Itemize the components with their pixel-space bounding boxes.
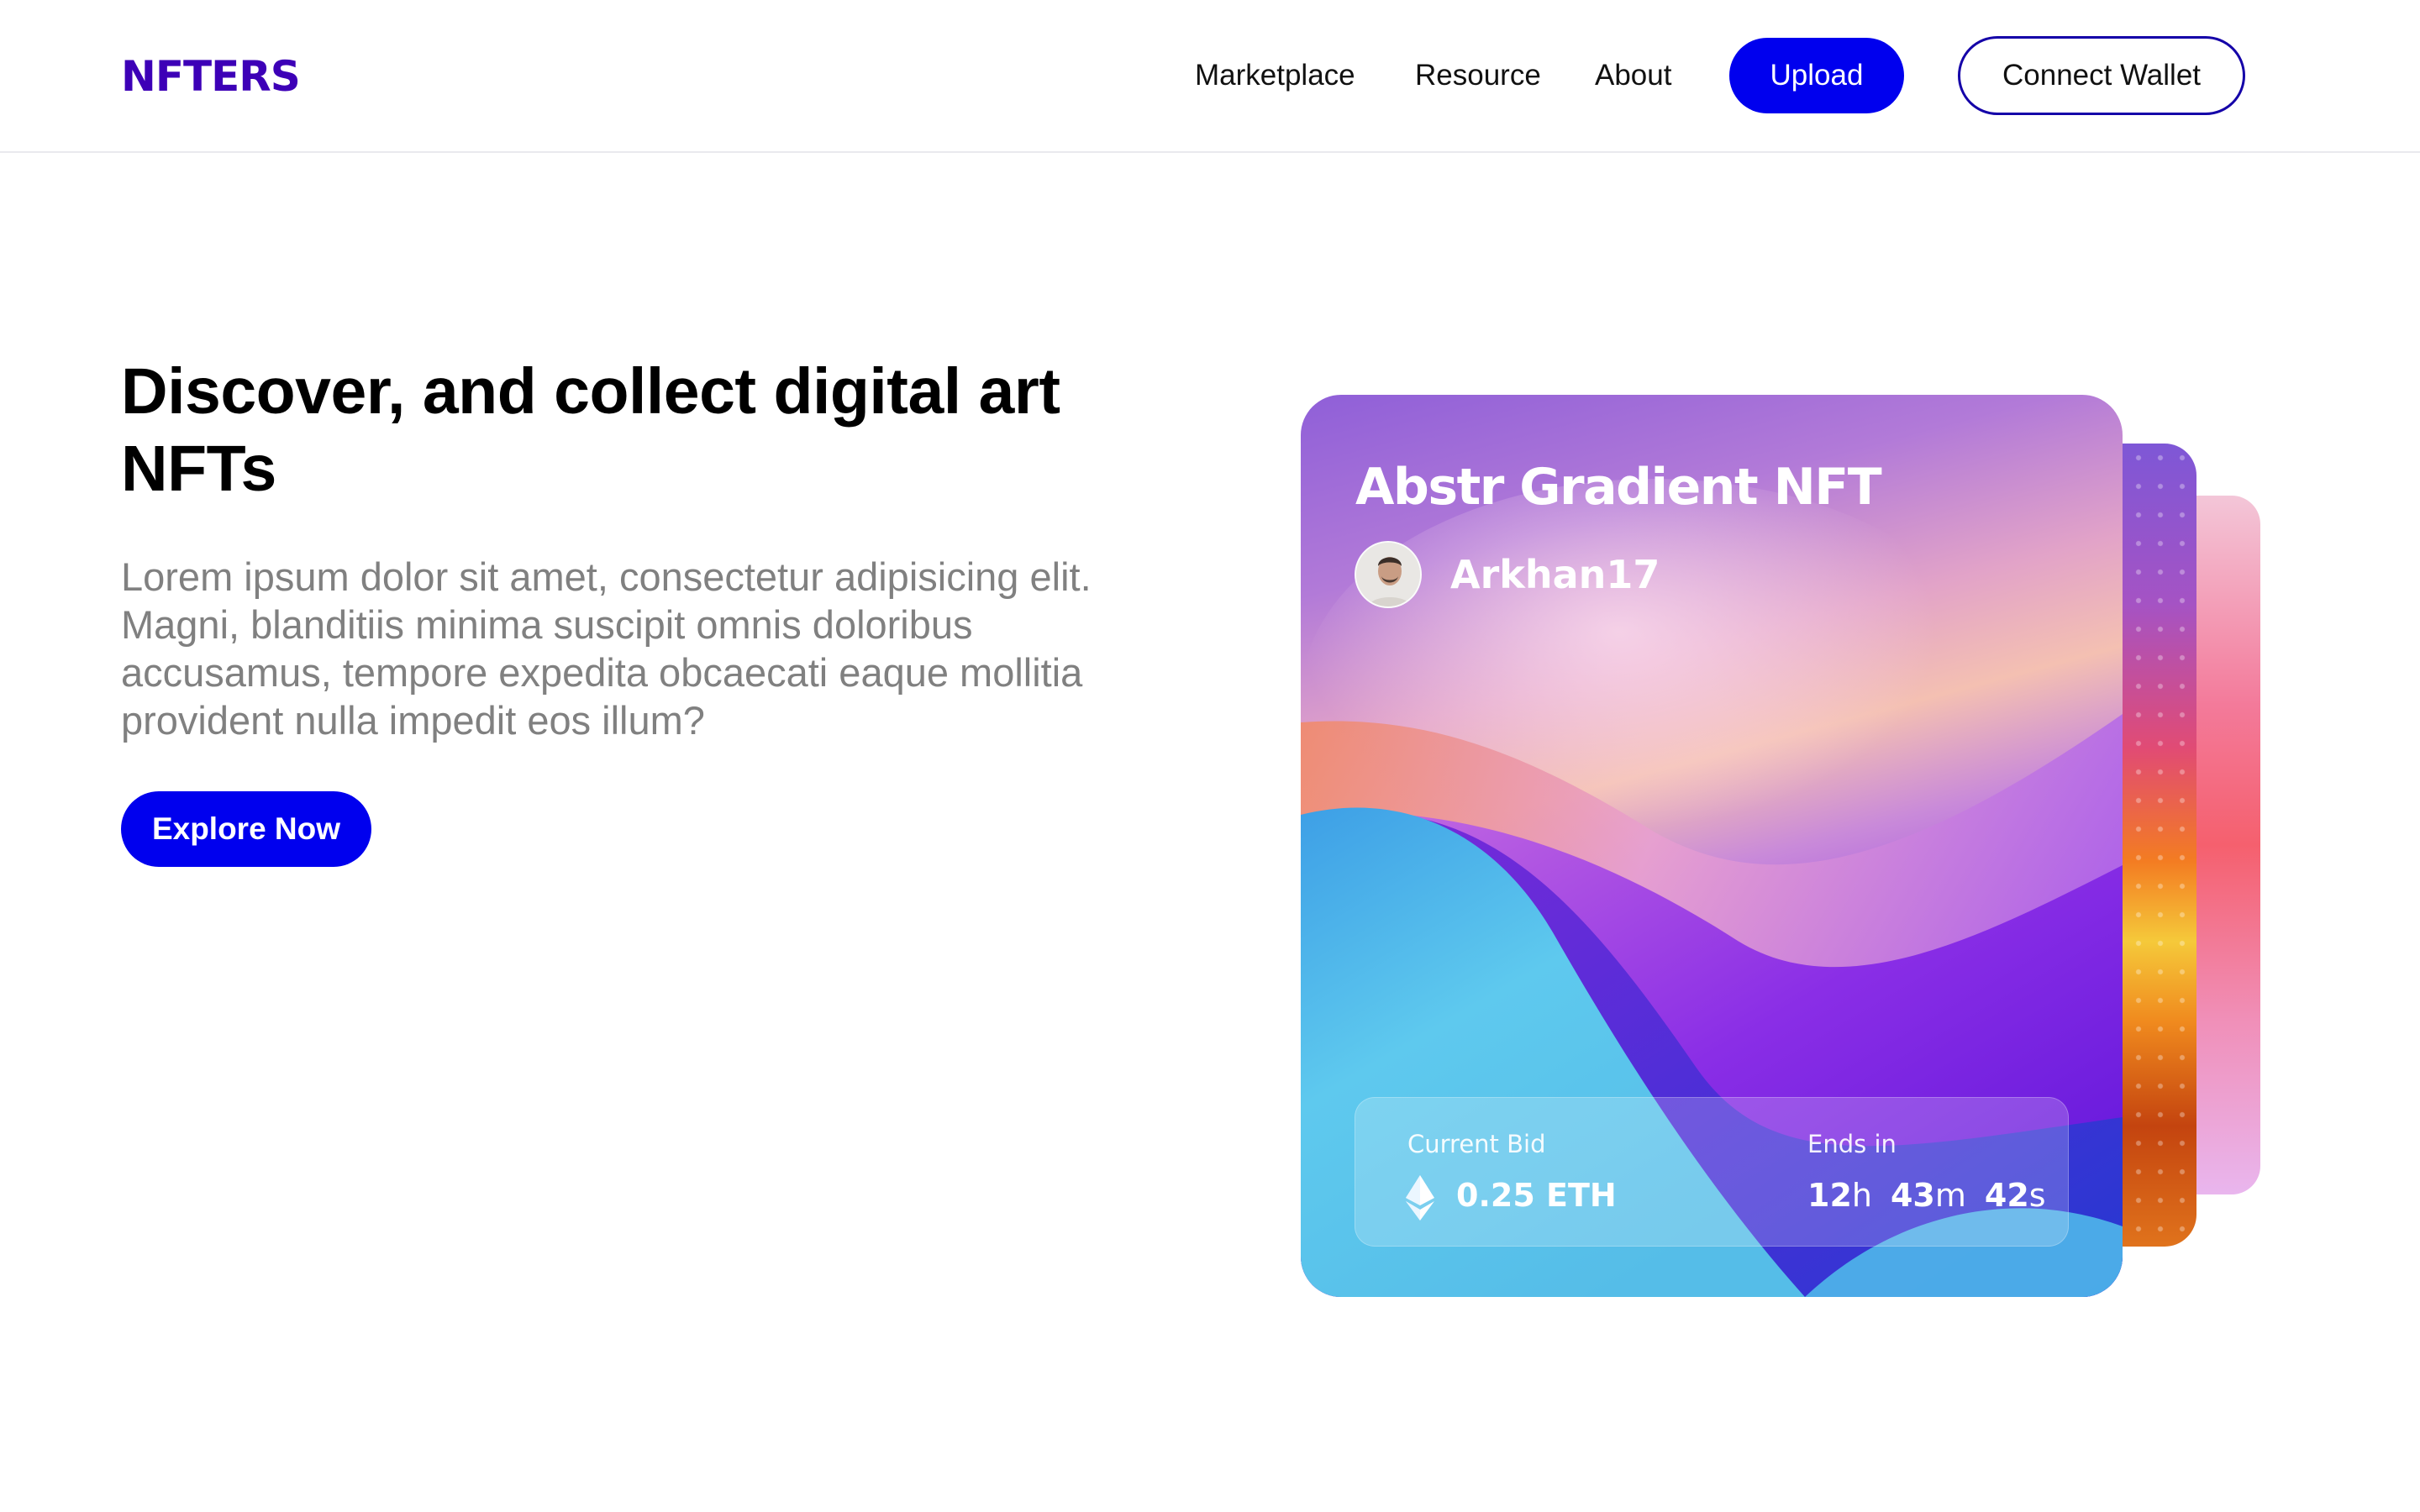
site-header: NFTERS Marketplace Resource About Upload… bbox=[0, 0, 2420, 153]
upload-button[interactable]: Upload bbox=[1729, 38, 1904, 113]
logo[interactable]: NFTERS bbox=[121, 52, 301, 101]
seconds-unit: s bbox=[2028, 1177, 2046, 1214]
hero-description: Lorem ipsum dolor sit amet, consectetur … bbox=[121, 554, 1092, 743]
nft-title: Abstr Gradient NFT bbox=[1355, 458, 1882, 517]
creator-avatar[interactable] bbox=[1355, 541, 1422, 608]
minutes-unit: m bbox=[1934, 1177, 1966, 1214]
ends-in-label: Ends in bbox=[1807, 1130, 1897, 1158]
current-bid-label: Current Bid bbox=[1407, 1130, 1546, 1158]
seconds-value: 42 bbox=[1984, 1177, 2029, 1214]
ethereum-icon bbox=[1406, 1175, 1434, 1221]
explore-now-button[interactable]: Explore Now bbox=[121, 791, 371, 867]
creator-name[interactable]: Arkhan17 bbox=[1450, 549, 1660, 600]
countdown-timer: 12h 43m 42s bbox=[1807, 1177, 2046, 1214]
nav-resource[interactable]: Resource bbox=[1415, 54, 1541, 97]
hours-value: 12 bbox=[1807, 1177, 1852, 1214]
current-bid-value: 0.25 ETH bbox=[1456, 1177, 1617, 1214]
connect-wallet-button[interactable]: Connect Wallet bbox=[1958, 36, 2245, 115]
minutes-value: 43 bbox=[1890, 1177, 1935, 1214]
nav-marketplace[interactable]: Marketplace bbox=[1195, 54, 1355, 97]
nav-about[interactable]: About bbox=[1595, 54, 1671, 97]
hero-title: Discover, and collect digital art NFTs bbox=[121, 355, 1060, 505]
hours-unit: h bbox=[1851, 1177, 1872, 1214]
bid-panel: Current Bid Ends in 0.25 ETH 12h 43m 42s bbox=[1355, 1097, 2069, 1247]
